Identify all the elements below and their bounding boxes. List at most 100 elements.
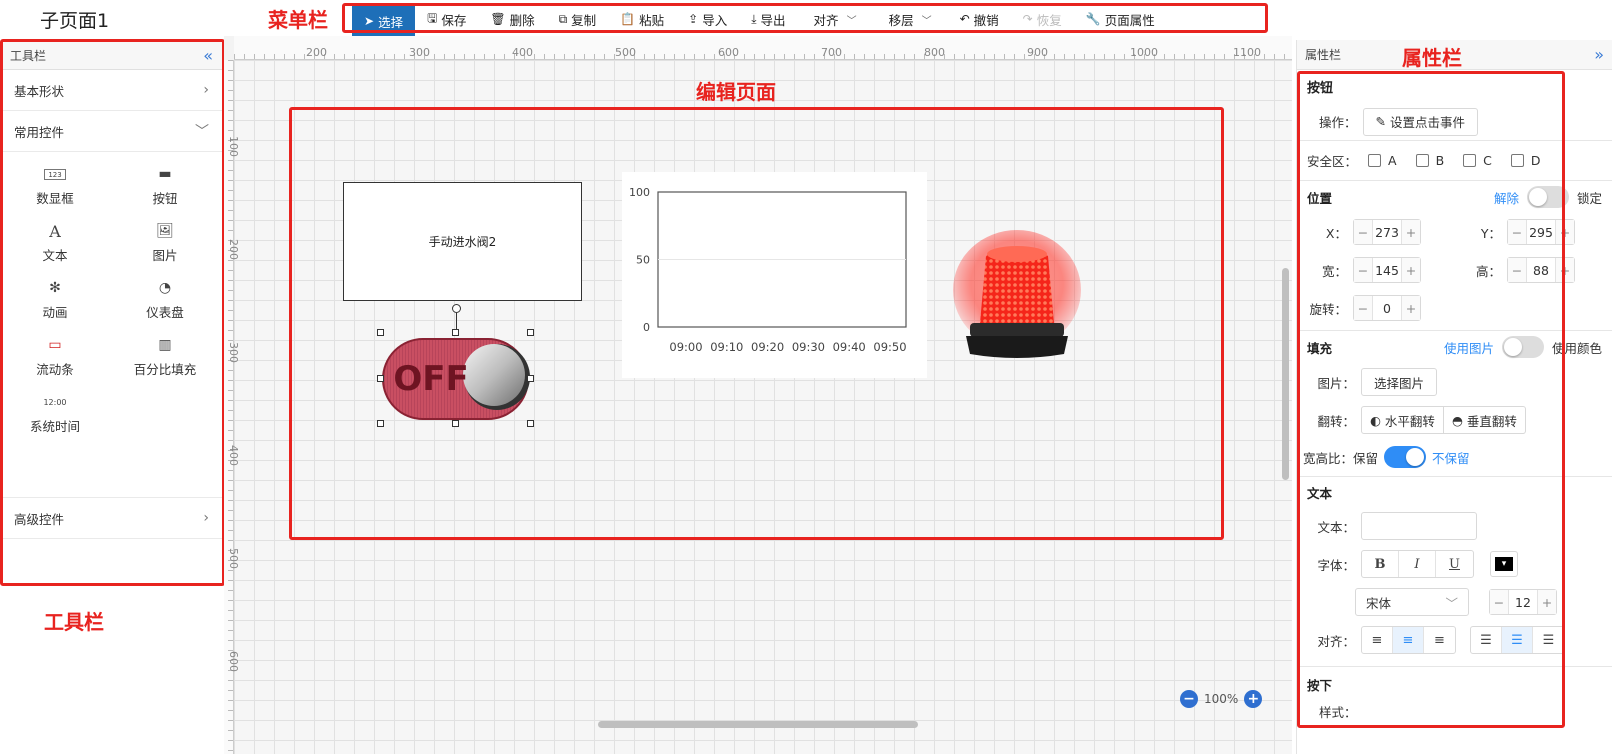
widget-item-7[interactable]: ▥ 百分比填充 xyxy=(110,337,220,378)
x-stepper[interactable]: −273 + xyxy=(1353,219,1421,245)
widget-item-4[interactable]: ✻ 动画 xyxy=(0,280,110,321)
plus-icon[interactable]: + xyxy=(1556,258,1574,282)
text-widget[interactable]: 手动进水阀2 xyxy=(343,182,582,301)
category-advanced-widgets[interactable]: 高级控件 › xyxy=(0,498,223,539)
choose-image-button[interactable]: 选择图片 xyxy=(1361,368,1438,396)
resize-handle-6[interactable] xyxy=(452,420,459,427)
widget-item-3[interactable]: 🖼 图片 xyxy=(110,223,220,264)
minus-icon[interactable]: − xyxy=(1508,258,1526,282)
widget-item-5[interactable]: ◔ 仪表盘 xyxy=(110,280,220,321)
widget-item-8[interactable]: 12:00 系统时间 xyxy=(0,394,110,435)
text-input[interactable] xyxy=(1361,512,1477,540)
widget-item-6[interactable]: ▭ 流动条 xyxy=(0,337,110,378)
chart-x-tick-label: 09:40 xyxy=(833,340,866,354)
align-right-icon[interactable]: ≡ xyxy=(1424,627,1455,653)
height-stepper[interactable]: −88 + xyxy=(1507,257,1575,283)
plus-icon[interactable]: + xyxy=(1538,590,1556,614)
set-click-event-button[interactable]: ✎ 设置点击事件 xyxy=(1362,107,1479,136)
double-chevron-left-icon[interactable]: « xyxy=(203,46,213,65)
rotation-stepper[interactable]: −0 + xyxy=(1353,295,1421,321)
y-stepper[interactable]: −295 + xyxy=(1507,219,1575,245)
lock-toggle[interactable] xyxy=(1526,186,1569,208)
y-label: Y： xyxy=(1480,225,1501,241)
height-value[interactable]: 88 xyxy=(1526,258,1556,282)
fill-mode-toggle[interactable] xyxy=(1501,336,1544,358)
plus-icon[interactable]: + xyxy=(1556,220,1574,244)
clock-icon: 12:00 xyxy=(43,397,67,407)
trend-chart[interactable]: 0 50 100 09:00 09:10 09:20 09:30 09:40 09:50 xyxy=(622,172,927,378)
width-value[interactable]: 145 xyxy=(1372,258,1402,282)
font-size-value[interactable]: 12 xyxy=(1508,590,1538,614)
widget-item-2[interactable]: A 文本 xyxy=(0,221,110,264)
plus-icon[interactable]: + xyxy=(1402,220,1420,244)
zoom-in-icon[interactable]: + xyxy=(1244,690,1263,708)
flip-horizontal-button[interactable]: ◐ 水平翻转 xyxy=(1361,406,1444,434)
category-common-widgets[interactable]: 常用控件 ﹀ xyxy=(0,111,223,152)
flip-vertical-button[interactable]: ◓ 垂直翻转 xyxy=(1443,406,1526,434)
resize-handle-3[interactable] xyxy=(377,374,384,382)
align-center-icon[interactable]: ≡ xyxy=(1393,627,1424,653)
menu-item-3[interactable]: ⧉ 复制 xyxy=(547,6,609,32)
font-color-picker[interactable]: ▾ xyxy=(1490,551,1518,577)
wrench-icon: 🔧 xyxy=(1085,12,1101,26)
align-left-icon[interactable]: ≡ xyxy=(1362,627,1393,653)
menu-item-2[interactable]: 🗑 删除 xyxy=(478,6,546,32)
underline-button[interactable]: U xyxy=(1436,551,1473,577)
menu-item-7[interactable]: 对齐 ﹀ xyxy=(798,6,873,32)
align-top-icon[interactable]: ☰ xyxy=(1471,627,1502,653)
widget-item-1[interactable]: ▬ 按钮 xyxy=(110,166,220,207)
horizontal-scrollbar[interactable] xyxy=(598,721,918,728)
selected-button-widget[interactable]: OFF xyxy=(381,333,531,424)
canvas-area[interactable]: 编辑页面 手动进水阀2 OFF 0 50 100 09:00 09:10 09:… xyxy=(224,36,1292,754)
resize-handle-0[interactable] xyxy=(377,329,384,336)
x-value[interactable]: 273 xyxy=(1372,220,1402,244)
resize-handle-1[interactable] xyxy=(452,329,459,336)
alarm-light-icon[interactable] xyxy=(952,228,1082,368)
menu-item-5[interactable]: ⇪ 导入 xyxy=(676,6,739,32)
aspect-no-label[interactable]: 不保留 xyxy=(1432,448,1470,467)
rotate-handle[interactable] xyxy=(452,304,461,313)
double-chevron-right-icon[interactable]: » xyxy=(1594,45,1604,64)
resize-handle-4[interactable] xyxy=(527,374,534,382)
plus-icon[interactable]: + xyxy=(1402,258,1420,282)
safe-zone-checkbox-3[interactable] xyxy=(1510,154,1524,167)
minus-icon[interactable]: − xyxy=(1490,590,1508,614)
resize-handle-5[interactable] xyxy=(377,420,384,427)
rotation-value[interactable]: 0 xyxy=(1372,296,1402,320)
resize-handle-2[interactable] xyxy=(527,329,534,336)
use-image-label[interactable]: 使用图片 xyxy=(1444,338,1494,357)
zoom-out-icon[interactable]: − xyxy=(1180,690,1198,708)
y-value[interactable]: 295 xyxy=(1526,220,1556,244)
align-bottom-icon[interactable]: ☰ xyxy=(1533,627,1564,653)
minus-icon[interactable]: − xyxy=(1354,296,1372,320)
widget-item-0[interactable]: 123 数显框 xyxy=(0,166,110,207)
safe-zone-checkbox-2[interactable] xyxy=(1463,154,1477,167)
widget-label: 文本 xyxy=(42,248,68,263)
text-icon: A xyxy=(49,221,61,241)
minus-icon[interactable]: − xyxy=(1354,258,1372,282)
menu-item-8[interactable]: 移层 ﹀ xyxy=(873,6,948,32)
menu-item-9[interactable]: ↶ 撤销 xyxy=(948,6,1011,32)
aspect-toggle[interactable] xyxy=(1384,446,1427,468)
safe-zone-checkbox-1[interactable] xyxy=(1415,154,1429,167)
menu-item-11[interactable]: 🔧 页面属性 xyxy=(1074,6,1167,32)
menu-item-1[interactable]: 🖫 保存 xyxy=(415,6,478,32)
menu-item-6[interactable]: ⤓ 导出 xyxy=(739,6,797,32)
menu-item-4[interactable]: 📋 粘贴 xyxy=(608,6,676,32)
unlock-label[interactable]: 解除 xyxy=(1494,188,1519,207)
italic-button[interactable]: I xyxy=(1399,551,1436,577)
menu-item-label: 恢复 xyxy=(1036,12,1062,28)
vertical-scrollbar[interactable] xyxy=(1282,268,1289,480)
category-basic-shapes[interactable]: 基本形状 › xyxy=(0,70,223,111)
minus-icon[interactable]: − xyxy=(1508,220,1526,244)
font-size-stepper[interactable]: −12 + xyxy=(1489,589,1557,615)
width-stepper[interactable]: −145 + xyxy=(1353,257,1421,283)
safe-zone-checkbox-0[interactable] xyxy=(1368,154,1382,167)
align-middle-icon[interactable]: ☰ xyxy=(1502,627,1533,653)
plus-icon[interactable]: + xyxy=(1402,296,1420,320)
minus-icon[interactable]: − xyxy=(1354,220,1372,244)
bold-button[interactable]: B xyxy=(1362,551,1399,577)
resize-handle-7[interactable] xyxy=(527,420,534,427)
font-family-select[interactable]: 宋体 ﹀ xyxy=(1355,588,1469,616)
menu-item-0[interactable]: ➤ 选择 xyxy=(352,6,416,36)
